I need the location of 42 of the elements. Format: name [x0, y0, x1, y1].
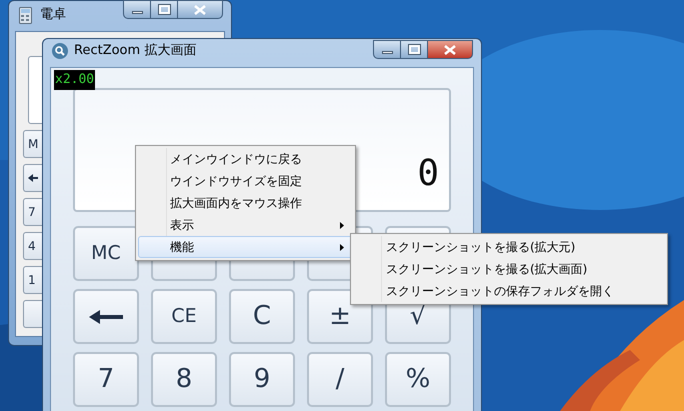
calculator-icon	[19, 6, 32, 24]
window-title: RectZoom 拡大画面	[74, 42, 196, 60]
display-value: 0	[417, 156, 439, 192]
left-arrow-icon	[89, 310, 123, 324]
close-button[interactable]	[427, 40, 473, 59]
minimize-button[interactable]	[373, 40, 401, 59]
close-icon	[444, 44, 456, 54]
calculator-key[interactable]: 8	[151, 352, 217, 407]
zoom-level-badge: x2.00	[54, 70, 96, 90]
menu-item[interactable]: 表示	[138, 214, 353, 236]
calculator-key[interactable]: 7	[73, 352, 139, 407]
minimize-icon	[132, 11, 142, 14]
calculator-key[interactable]: M	[23, 130, 42, 158]
left-arrow-icon	[28, 174, 38, 182]
maximize-button[interactable]	[151, 0, 177, 19]
menu-item[interactable]: スクリーンショットを撮る(拡大画面)	[353, 258, 665, 280]
calculator-key[interactable]	[23, 164, 42, 192]
calculator-key[interactable]: %	[385, 352, 451, 407]
calculator-key[interactable]: C	[229, 289, 295, 344]
calculator-key[interactable]: 9	[229, 352, 295, 407]
menu-item[interactable]: ウインドウサイズを固定	[138, 170, 353, 192]
menu-item[interactable]: 拡大画面内をマウス操作	[138, 192, 353, 214]
close-button[interactable]	[177, 0, 223, 19]
calculator-key[interactable]: ±	[307, 289, 373, 344]
close-icon	[194, 4, 206, 14]
calculator-key[interactable]: MC	[73, 226, 139, 281]
maximize-icon	[158, 5, 170, 14]
maximize-button[interactable]	[401, 40, 427, 59]
calculator-key[interactable]: CE	[151, 289, 217, 344]
minimize-button[interactable]	[123, 0, 151, 19]
minimize-icon	[382, 51, 392, 54]
calculator-key[interactable]: 7	[23, 198, 42, 226]
calculator-key[interactable]: 1	[23, 266, 42, 294]
calculator-key[interactable]: 4	[23, 232, 42, 260]
calculator-key[interactable]: /	[307, 352, 373, 407]
menu-item[interactable]: 機能	[138, 236, 353, 258]
magnifier-icon	[52, 43, 68, 59]
maximize-icon	[408, 45, 420, 54]
window-title: 電卓	[40, 6, 66, 24]
menu-item[interactable]: スクリーンショットを撮る(拡大元)	[353, 236, 665, 258]
menu-item[interactable]: メインウインドウに戻る	[138, 148, 353, 170]
calculator-key[interactable]	[73, 289, 139, 344]
